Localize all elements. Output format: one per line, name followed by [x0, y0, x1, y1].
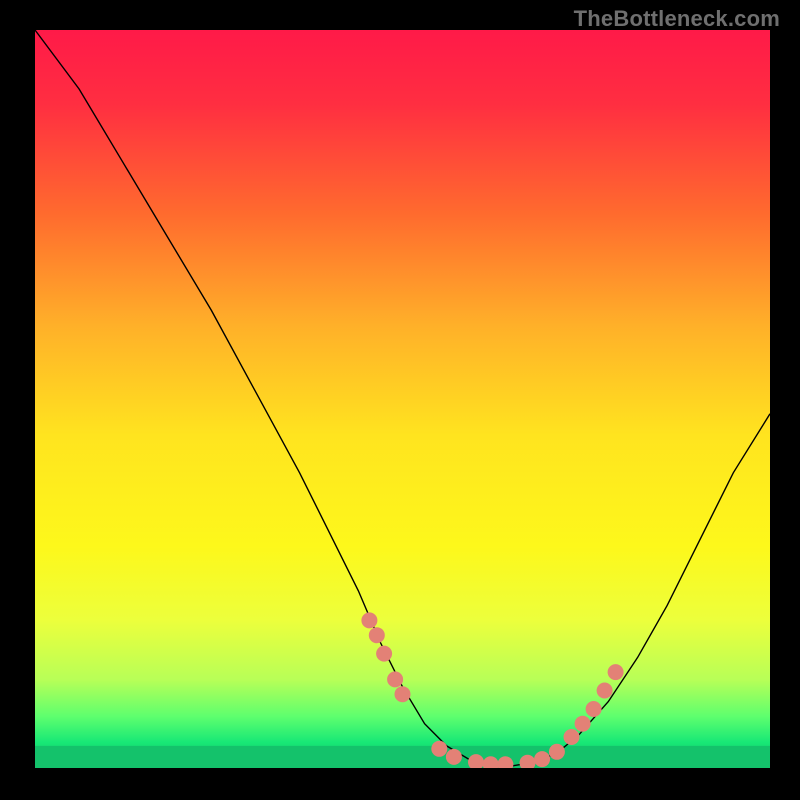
data-marker [369, 627, 385, 643]
data-marker [534, 751, 550, 767]
chart-svg [35, 30, 770, 768]
data-marker [431, 741, 447, 757]
data-marker [446, 749, 462, 765]
data-marker [608, 664, 624, 680]
chart-bottom-strip [35, 746, 770, 768]
data-marker [586, 701, 602, 717]
data-marker [597, 683, 613, 699]
data-marker [549, 744, 565, 760]
data-marker [376, 646, 392, 662]
chart-background [35, 30, 770, 768]
data-marker [575, 716, 591, 732]
data-marker [361, 612, 377, 628]
data-marker [564, 729, 580, 745]
chart-root: { "watermark": "TheBottleneck.com", "can… [0, 0, 800, 800]
data-marker [387, 671, 403, 687]
watermark-text: TheBottleneck.com [574, 6, 780, 32]
data-marker [395, 686, 411, 702]
